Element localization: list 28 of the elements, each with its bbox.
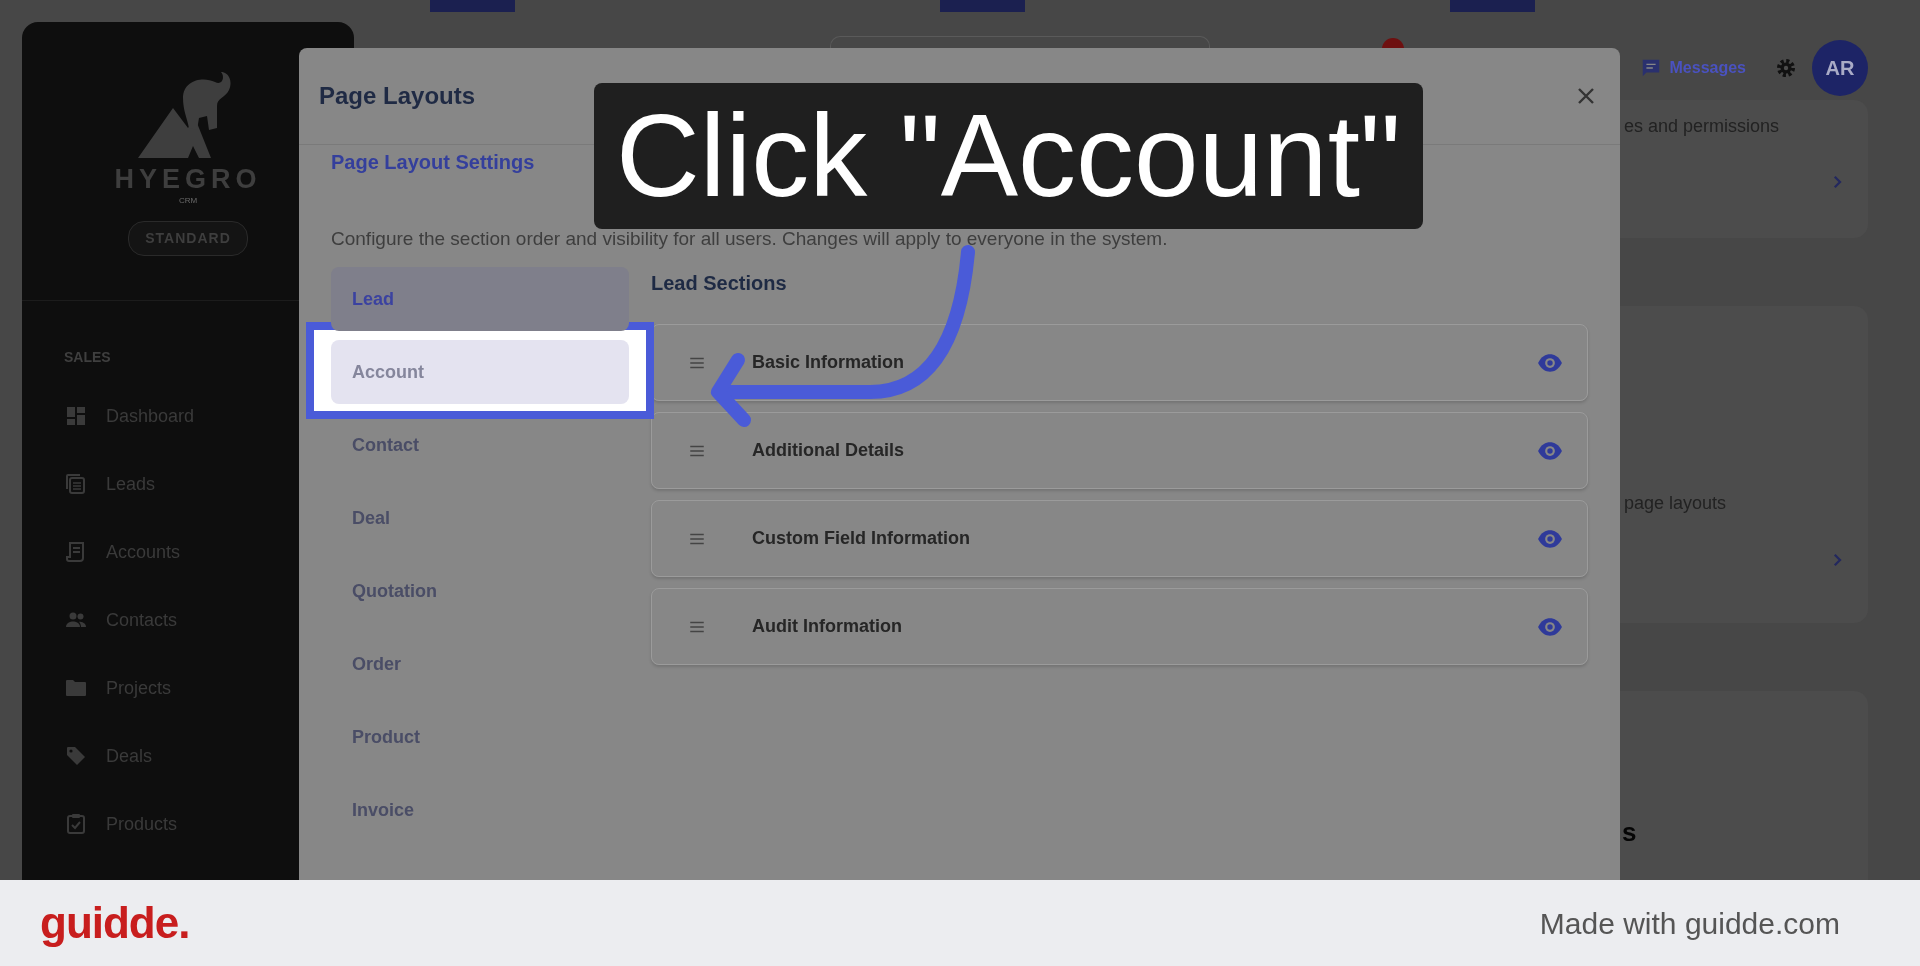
card-title: s	[1621, 816, 1638, 849]
brand-logo: guidde.	[40, 897, 190, 949]
description-text: Configure the section order and visibility for all users. Changes will apply to everyone in the system.	[331, 228, 1169, 250]
entity-tab[interactable]: Invoice	[331, 778, 629, 842]
clipboard-icon[interactable]	[64, 812, 88, 836]
entity-tab[interactable]: Account	[331, 340, 629, 404]
avatar[interactable]: AR	[1812, 40, 1868, 96]
section-name: Additional Details	[752, 439, 905, 462]
tag-icon[interactable]	[64, 744, 88, 768]
panel-title: Lead Sections	[651, 271, 788, 296]
callout-label: Click "Account"	[594, 83, 1424, 229]
entity-tab[interactable]: Lead	[331, 267, 629, 331]
section-name: Audit Information	[752, 615, 903, 638]
section-name: Basic Information	[752, 351, 906, 374]
entity-tab[interactable]: Quotation	[331, 559, 629, 623]
entity-tab[interactable]: Order	[331, 632, 629, 696]
entity-tab[interactable]: Contact	[331, 413, 629, 477]
entity-tab[interactable]: Product	[331, 705, 629, 769]
section-heading: Page Layout Settings	[331, 150, 536, 175]
grid-icon[interactable]	[64, 404, 88, 428]
credit-text: Made with guidde.com	[1539, 905, 1840, 942]
logo-subtext: CRM	[178, 195, 198, 207]
modal-title: Page Layouts	[319, 81, 476, 111]
messages-link[interactable]: Messages	[1669, 56, 1746, 80]
section-name: Custom Field Information	[752, 527, 971, 550]
entity-tab[interactable]: Deal	[331, 486, 629, 550]
settings-icon[interactable]	[1774, 56, 1798, 80]
calculator-icon[interactable]	[64, 472, 88, 496]
